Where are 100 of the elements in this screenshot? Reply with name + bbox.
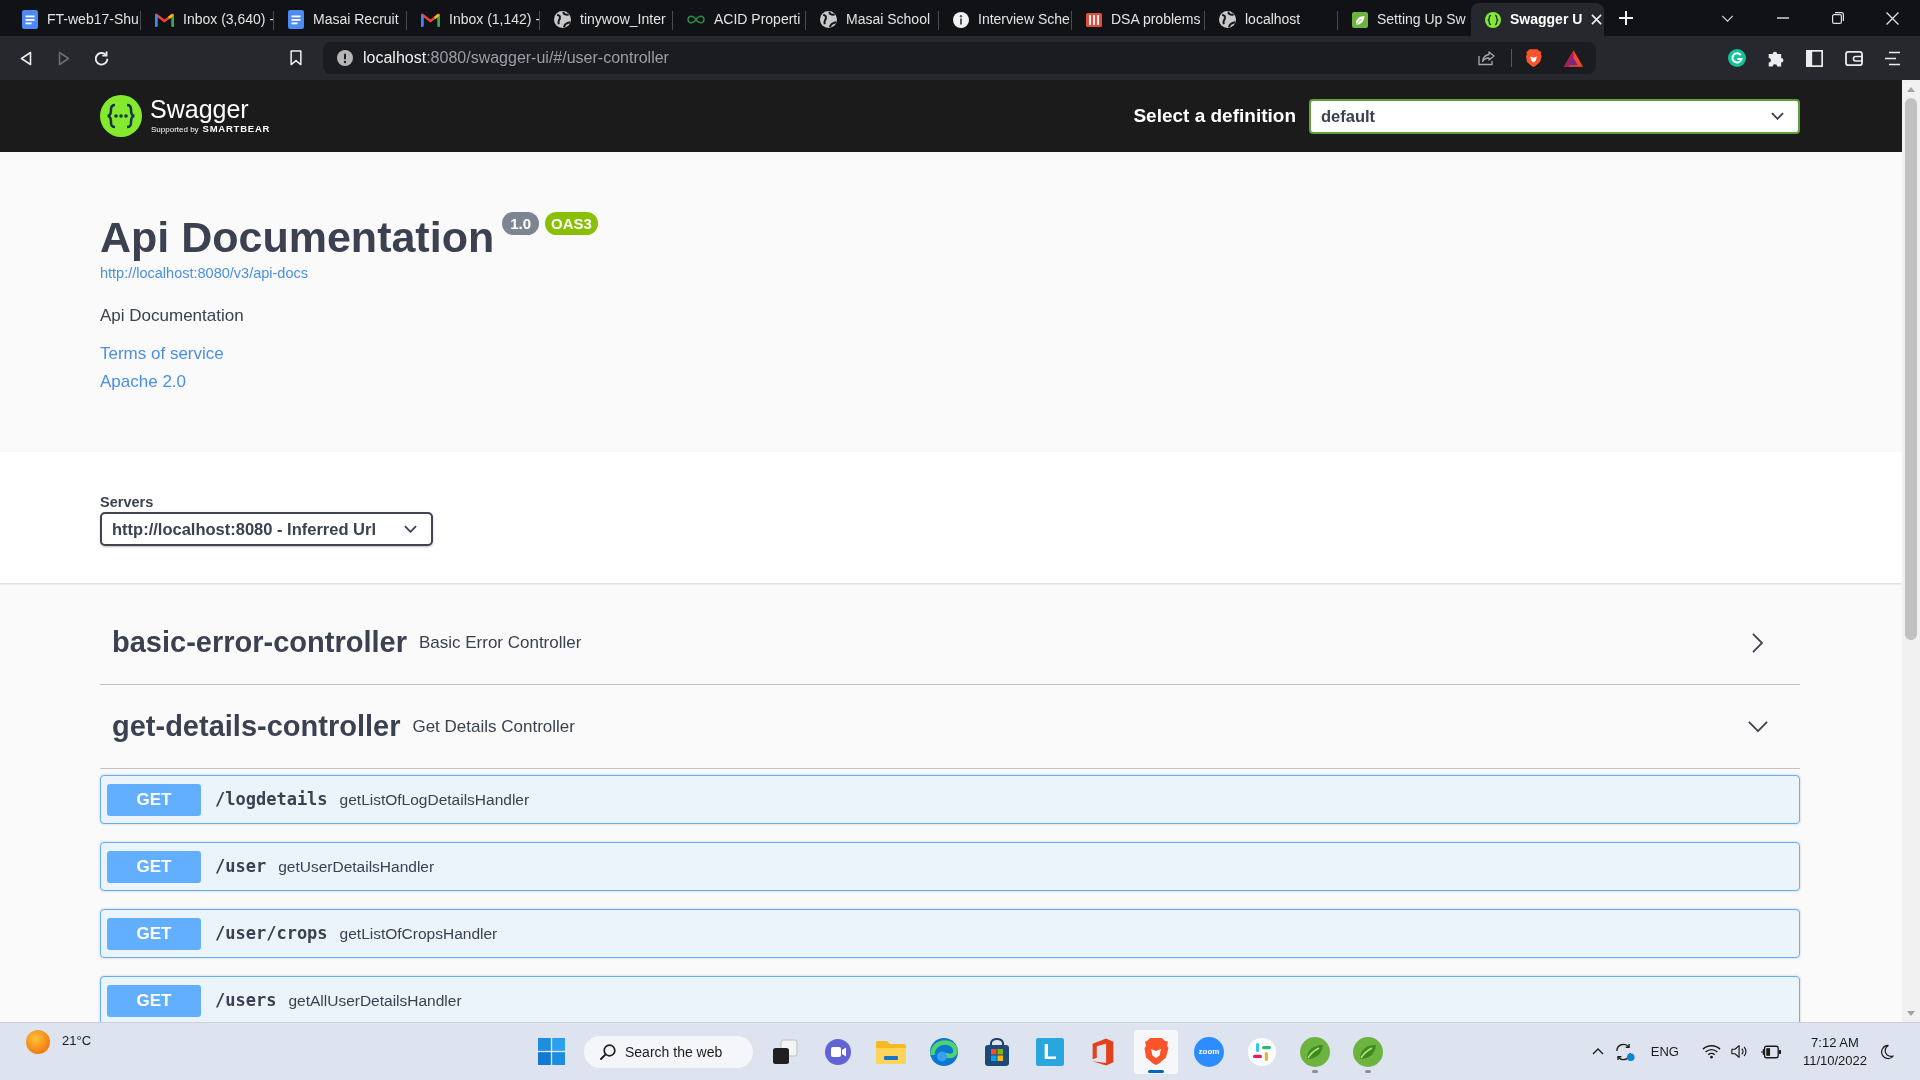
battery-icon[interactable] [1760,1044,1782,1059]
door-logo-icon [1091,1037,1115,1066]
four-squares-icon[interactable] [537,1038,565,1065]
browser-tab[interactable]: localhost [1205,3,1338,36]
definition-label: Select a definition [1133,103,1296,128]
braces-logo-icon[interactable] [100,95,142,137]
back-icon[interactable] [20,50,32,66]
endpoint-path: /users [215,988,277,1012]
scrollbar[interactable] [1902,80,1920,1022]
operation-row[interactable]: GET /users getAllUserDetailsHandler [100,976,1800,1022]
bookmark-icon[interactable] [290,50,302,66]
operation-row[interactable]: GET /user/crops getListOfCropsHandler [100,909,1800,958]
globe-icon [820,11,837,28]
servers-label: Servers [100,493,154,511]
version-badge: 1.0 [502,212,540,235]
infinity-icon [687,15,705,24]
browser-tab[interactable]: Inbox (3,640) - [141,3,274,36]
close-icon[interactable] [1591,14,1603,25]
search-field[interactable]: Search the web [583,1034,754,1069]
tag-name[interactable]: basic-error-controller [112,620,407,665]
tag-description: Basic Error Controller [418,631,582,654]
operation-row[interactable]: GET /user getUserDetailsHandler [100,842,1800,891]
logo-brand: SMARTBEAR [202,122,271,134]
scrollbar-thumb[interactable] [1905,98,1917,640]
wifi-icon[interactable] [1701,1044,1721,1059]
video-chat-icon [824,1037,852,1066]
share-icon[interactable] [1478,50,1496,66]
operation-summary: getListOfCropsHandler [339,923,498,944]
puzzle-icon[interactable] [1767,49,1784,67]
moon-icon[interactable] [1880,1043,1894,1060]
plus-icon[interactable] [1619,11,1633,25]
browser-tab[interactable]: Masai Recruit [274,3,407,36]
operation-row[interactable]: GET /logdetails getListOfLogDetailsHandler [100,775,1800,824]
clock-date[interactable]: 11/10/2022 [1802,1051,1867,1070]
operation-summary: getUserDetailsHandler [278,856,435,877]
server-select[interactable]: http://localhost:8080 - Inferred Url [100,512,433,546]
browser-tab[interactable]: DSA problems [1072,3,1205,36]
address-bar[interactable]: localhost:8080/swagger-ui/#/user-controller [323,42,1596,74]
search-icon [600,1043,616,1060]
minimize-icon[interactable] [1776,17,1789,19]
document-icon [288,10,304,29]
chevron-down-icon [1771,112,1784,120]
globe-icon [554,11,571,28]
definition-select[interactable]: default [1309,98,1800,134]
spec-version-badge: OAS3 [545,212,598,235]
sidebar-icon[interactable] [1806,49,1823,67]
leaf-icon [1353,1036,1383,1067]
language-indicator[interactable]: ENG [1650,1041,1679,1062]
braces-logo-icon [1485,11,1501,28]
triangle-icon[interactable] [1564,49,1583,67]
browser-tab[interactable]: Swagger U [1471,3,1604,36]
browser-tab[interactable]: Inbox (1,142) - [407,3,540,36]
close-icon[interactable] [1886,11,1899,25]
chevron-right-icon[interactable] [1752,632,1763,653]
sync-icon[interactable] [1613,1041,1635,1062]
browser-tab[interactable]: FT-web17-Shu [8,3,141,36]
shopping-bag-icon [983,1037,1011,1066]
caret-up-icon[interactable] [1591,1048,1604,1055]
page-title: Api Documentation [100,212,495,263]
overlapping-squares-icon [772,1038,798,1065]
swirl-icon [930,1037,958,1066]
operation-summary: getListOfLogDetailsHandler [339,789,530,810]
method-badge: GET [107,984,201,1017]
endpoint-path: /logdetails [215,787,328,811]
method-badge: GET [107,850,201,883]
url-text[interactable]: localhost:8080/swagger-ui/#/user-controller [363,46,669,70]
logo-tagline: Supported by [151,123,199,135]
reload-icon[interactable] [94,50,110,66]
browser-tab[interactable]: Interview Sche [939,3,1072,36]
browser-tab[interactable]: Setting Up Sw [1338,3,1471,36]
browser-tab[interactable]: ACID Properti [673,3,806,36]
logo-name: Swagger [150,95,250,123]
striped-tile-icon [1086,12,1102,27]
speaker-icon[interactable] [1730,1044,1749,1059]
app-logo: L [1036,1037,1064,1066]
tag-description: Get Details Controller [412,715,575,738]
document-icon [22,10,38,29]
tag-name[interactable]: get-details-controller [112,704,401,749]
leaf-icon [1352,11,1368,28]
weather-temperature[interactable]: 21°C [62,1030,92,1052]
shield-icon [1143,1037,1169,1066]
clock-time[interactable]: 7:12 AM [1811,1033,1859,1052]
folder-icon [876,1039,906,1064]
disc-arc-icon[interactable] [1727,49,1746,67]
exclamation-circle-icon[interactable] [337,50,353,66]
method-badge: GET [107,783,201,816]
restore-icon[interactable] [1831,12,1844,24]
chevron-down-icon[interactable] [1748,721,1768,732]
pinwheel-logo-icon [1248,1037,1276,1066]
shield-icon[interactable] [1525,48,1542,68]
menu-icon[interactable] [1885,50,1900,66]
chevron-down-icon [404,525,417,533]
browser-tab[interactable]: tinywow_Inter [540,3,673,36]
wallet-icon[interactable] [1844,50,1863,66]
globe-icon [1219,11,1236,28]
browser-tab[interactable]: Masai School [806,3,939,36]
endpoint-path: /user [215,854,267,878]
method-badge: GET [107,917,201,950]
info-icon [953,11,969,28]
mail-icon [421,12,440,27]
